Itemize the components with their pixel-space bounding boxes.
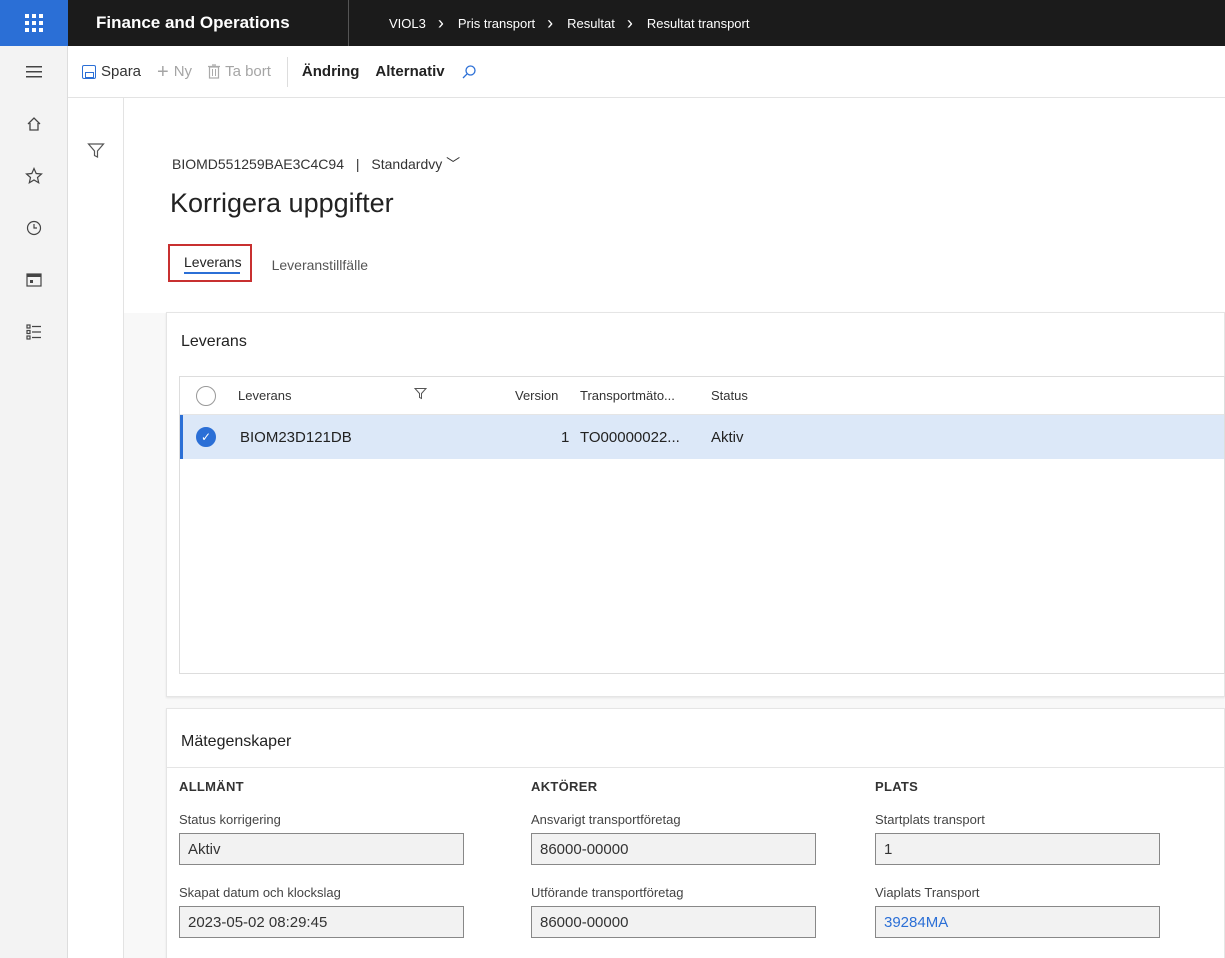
chevron-right-icon: › [547,12,554,33]
tab-leverans[interactable]: Leverans [168,244,252,282]
chevron-right-icon: › [437,12,444,33]
column-header-version[interactable]: Version [515,388,558,403]
view-name: Standardvy [371,156,443,172]
field-label: Viaplats Transport [875,885,980,900]
new-button[interactable]: + Ny [157,62,192,82]
save-label: Spara [101,63,142,80]
group-heading: ALLMÄNT [179,779,244,794]
responsible-carrier-field[interactable]: 86000-00000 [531,833,816,865]
top-navigation-bar: Finance and Operations VIOL3 › Pris tran… [0,0,1225,46]
page-title: Korrigera uppgifter [170,188,394,218]
group-heading: AKTÖRER [531,779,598,794]
hamburger-icon[interactable] [0,46,68,98]
waffle-icon [25,14,43,32]
record-id: BIOMD551259BAE3C4C94 [172,156,344,172]
filter-pane [68,98,124,958]
field-label: Status korrigering [179,812,281,827]
save-icon [82,64,96,79]
search-button[interactable] [461,64,477,80]
page-header: BIOMD551259BAE3C4C94 | Standardvy ﹀ Korr… [124,98,1225,313]
group-allmant: ALLMÄNT Status korrigering Aktiv Skapat … [179,779,464,938]
created-datetime-field[interactable]: 2023-05-02 08:29:45 [179,906,464,938]
action-divider [286,56,288,87]
view-selector[interactable]: Standardvy ﹀ [371,156,460,172]
list-icon[interactable] [0,306,68,358]
breadcrumb: VIOL3 › Pris transport › Resultat › Resu… [389,13,749,34]
home-icon[interactable] [0,98,68,150]
table-row[interactable]: ✓ BIOM23D121DB 1 TO00000022... Aktiv [180,415,1224,459]
tab-strip: Leverans Leveranstillfälle [168,244,388,282]
filter-icon[interactable] [87,142,105,165]
select-all-checkbox[interactable] [196,385,216,406]
column-header-status[interactable]: Status [711,388,748,403]
cell-status: Aktiv [711,428,744,446]
chevron-down-icon: ﹀ [446,156,461,172]
properties-section: Mätegenskaper ALLMÄNT Status korrigering… [166,708,1225,958]
field-label: Skapat datum och klockslag [179,885,341,900]
record-caption: BIOMD551259BAE3C4C94 | Standardvy ﹀ [172,154,460,174]
delete-label: Ta bort [225,63,271,80]
breadcrumb-item-resultat-transport[interactable]: Resultat transport [647,16,750,31]
action-pane: Spara + Ny Ta bort Ändring Alternativ [68,46,1225,98]
navigation-rail [0,46,68,958]
via-location-link[interactable]: 39284MA [875,906,1160,938]
column-header-transport[interactable]: Transportmäto... [580,388,675,403]
app-name[interactable]: Finance and Operations [68,13,348,33]
column-header-leverans[interactable]: Leverans [238,388,291,403]
row-selected-checkbox[interactable]: ✓ [196,427,216,447]
save-button[interactable]: Spara [82,63,141,80]
field-label: Startplats transport [875,812,985,827]
main-content: BIOMD551259BAE3C4C94 | Standardvy ﹀ Korr… [124,98,1225,958]
status-korrigering-field[interactable]: Aktiv [179,833,464,865]
star-icon[interactable] [0,150,68,202]
breadcrumb-item-company[interactable]: VIOL3 [389,16,426,31]
topbar-divider [348,0,349,46]
breadcrumb-item-resultat[interactable]: Resultat [567,16,615,31]
chevron-right-icon: › [626,12,633,33]
options-tab[interactable]: Alternativ [375,63,444,80]
change-tab[interactable]: Ändring [302,63,360,80]
active-tab-indicator [184,272,240,274]
leverans-grid: Leverans Version Transportmäto... Status… [179,376,1225,674]
delete-button[interactable]: Ta bort [208,63,271,80]
start-location-field[interactable]: 1 [875,833,1160,865]
tab-leverans-label: Leverans [184,254,242,270]
search-icon [462,64,476,78]
cell-leverans: BIOM23D121DB [240,428,352,446]
column-filter-icon[interactable] [413,387,428,403]
group-heading: PLATS [875,779,919,794]
cell-version: 1 [561,428,570,446]
executing-carrier-field[interactable]: 86000-00000 [531,906,816,938]
section-divider [167,767,1224,768]
trash-icon [208,64,221,79]
properties-section-title: Mätegenskaper [181,733,292,750]
new-label: Ny [173,63,193,80]
field-label: Ansvarigt transportföretag [531,812,681,827]
field-label: Utförande transportföretag [531,885,684,900]
leverans-section-title: Leverans [181,333,247,350]
group-plats: PLATS Startplats transport 1 Viaplats Tr… [875,779,1160,938]
workspace-icon[interactable] [0,254,68,306]
plus-icon: + [157,60,169,83]
app-launcher-button[interactable] [0,0,68,46]
record-separator: | [355,156,360,172]
tab-leveranstillfalle[interactable]: Leveranstillfälle [272,257,369,273]
breadcrumb-item-pris-transport[interactable]: Pris transport [458,16,535,31]
group-aktorer: AKTÖRER Ansvarigt transportföretag 86000… [531,779,816,938]
grid-header: Leverans Version Transportmäto... Status [180,377,1224,415]
cell-transport: TO00000022... [580,428,680,446]
clock-icon[interactable] [0,202,68,254]
